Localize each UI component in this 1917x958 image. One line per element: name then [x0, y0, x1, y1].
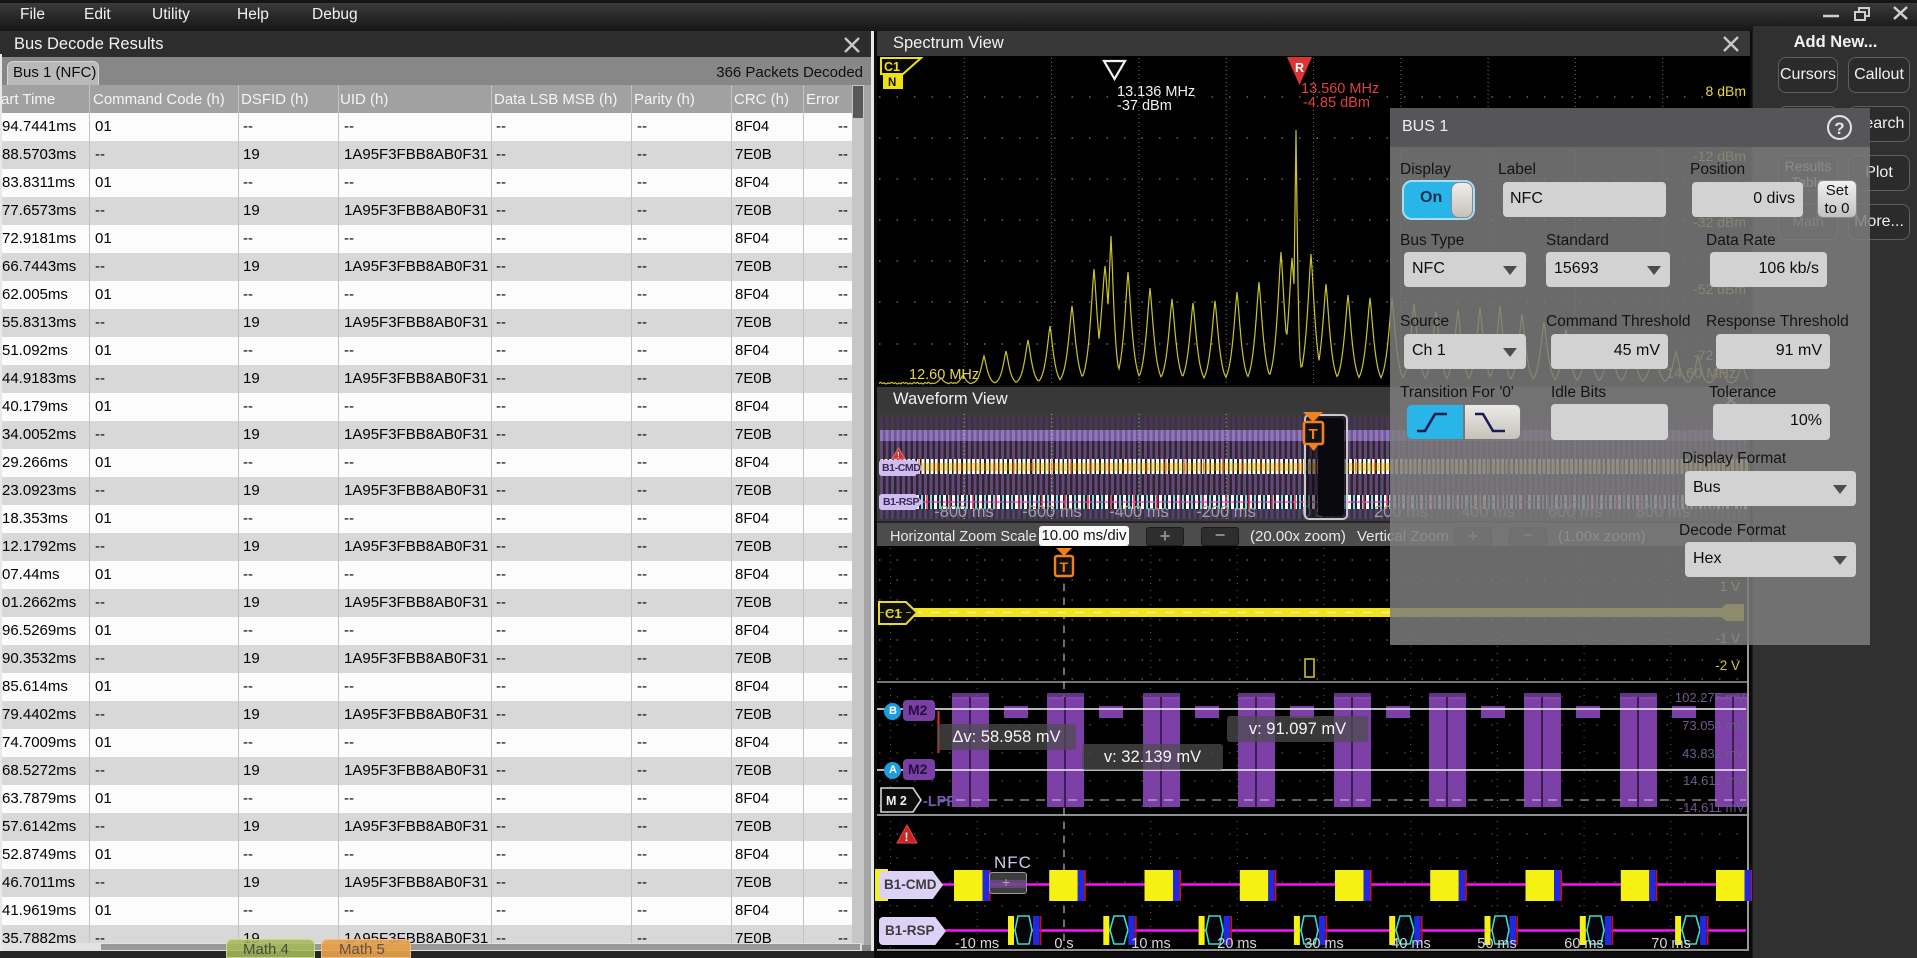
svg-text:M 2: M 2 — [886, 794, 907, 808]
svg-text:0 s: 0 s — [1054, 936, 1073, 952]
svg-text:C1: C1 — [885, 606, 902, 621]
svg-text:20 ms: 20 ms — [1217, 936, 1257, 952]
svg-text:T: T — [1060, 559, 1069, 575]
svg-text:30 ms: 30 ms — [1304, 936, 1344, 952]
svg-text:73.054 mV: 73.054 mV — [1682, 718, 1745, 733]
svg-text:60 ms: 60 ms — [1564, 936, 1604, 952]
svg-text:!: ! — [905, 830, 909, 844]
svg-text:10 ms: 10 ms — [1131, 936, 1171, 952]
svg-text:14.611 mV: 14.611 mV — [1683, 773, 1745, 788]
svg-text:-LPF: -LPF — [923, 794, 955, 810]
svg-text:70 ms: 70 ms — [1651, 936, 1691, 952]
svg-text:102.275 mV: 102.275 mV — [1675, 690, 1745, 705]
svg-text:40 ms: 40 ms — [1391, 936, 1431, 952]
svg-text:-2 V: -2 V — [1715, 658, 1740, 673]
svg-text:-10 ms: -10 ms — [955, 936, 999, 952]
svg-text:43.832 mV: 43.832 mV — [1682, 746, 1745, 761]
svg-text:50 ms: 50 ms — [1477, 936, 1517, 952]
svg-text:-14.611 mV: -14.611 mV — [1679, 800, 1746, 815]
